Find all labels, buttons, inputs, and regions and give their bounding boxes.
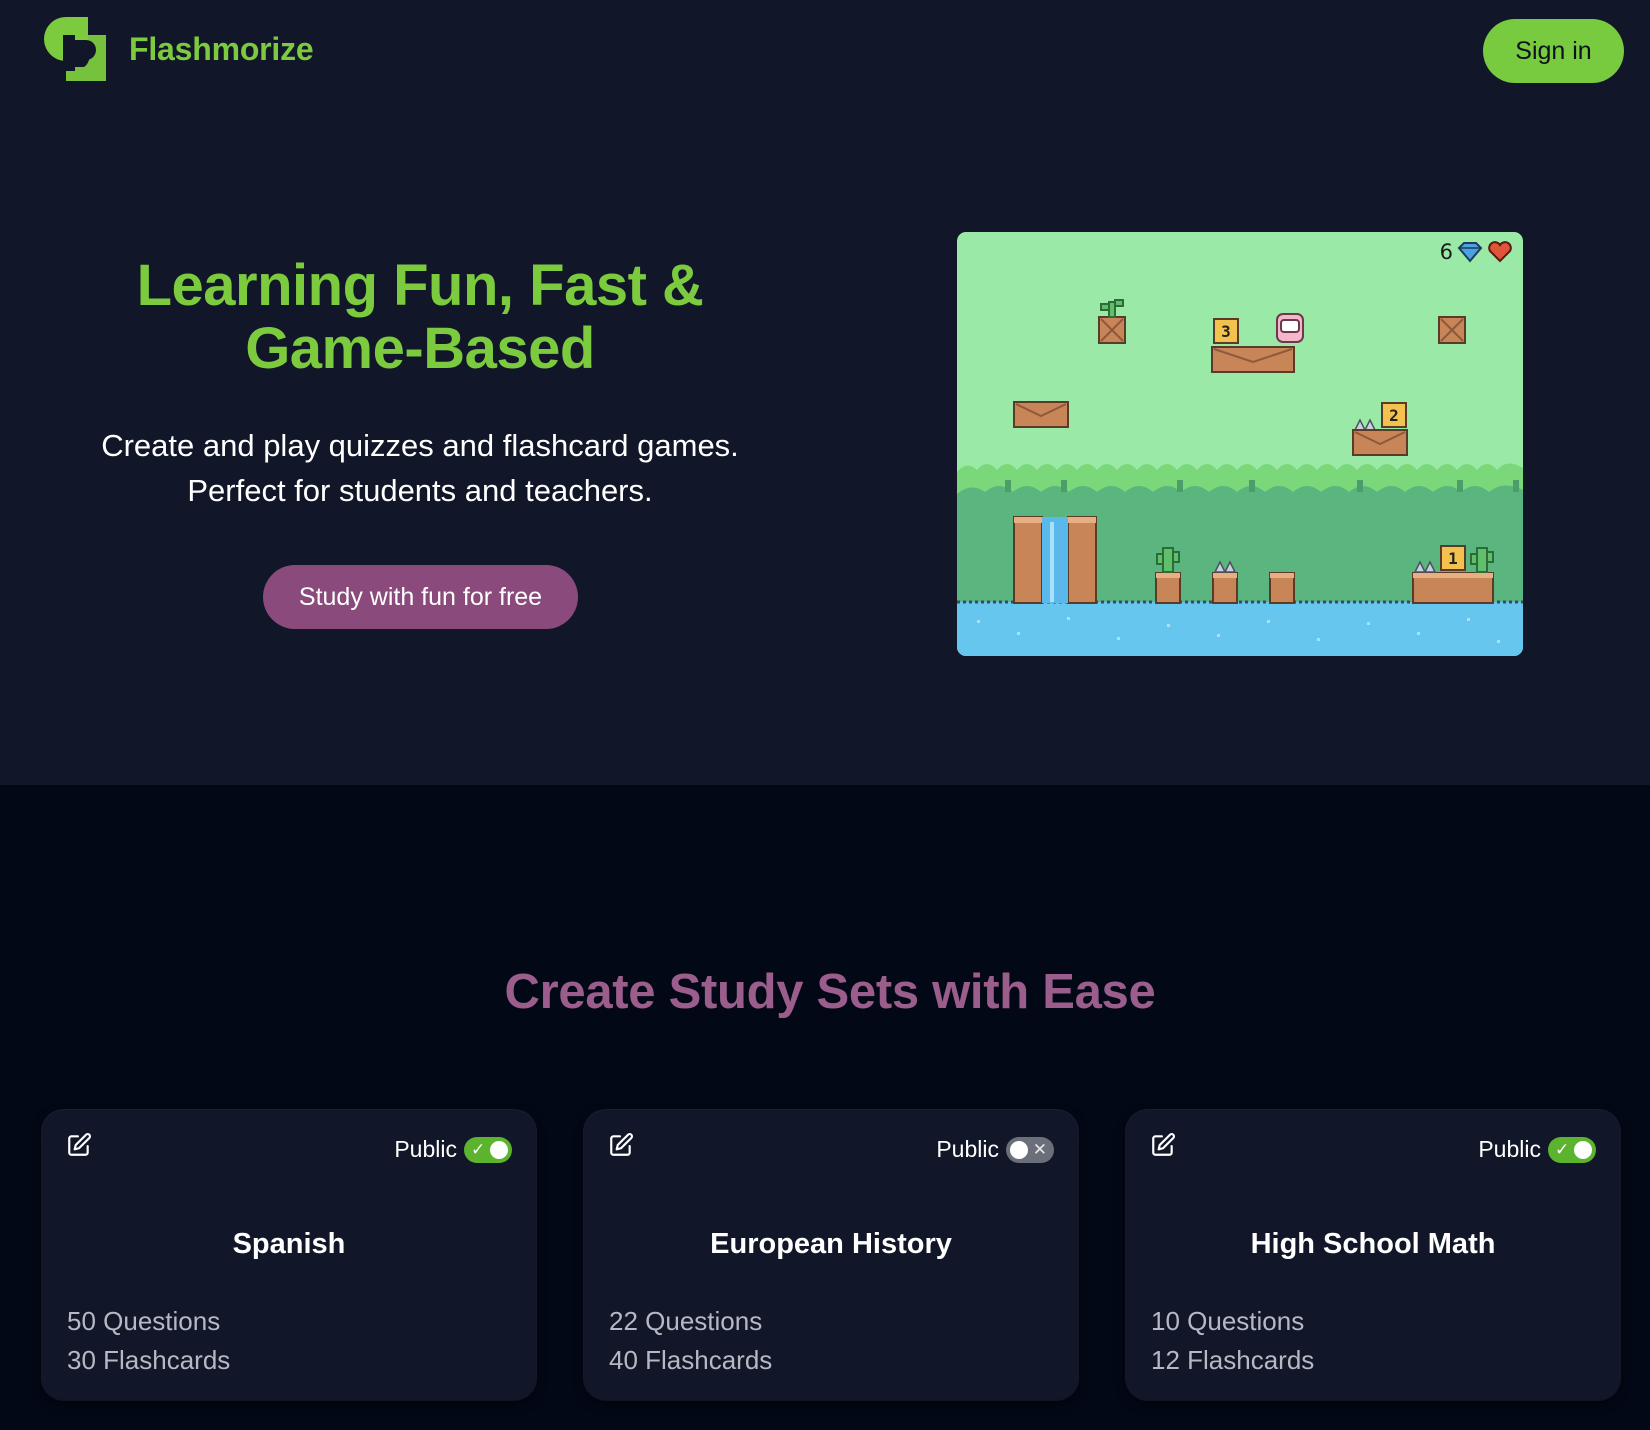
- game-scene: [957, 299, 1523, 656]
- question-count: 10 Questions: [1151, 1306, 1305, 1336]
- hero-subtitle-line2: Perfect for students and teachers.: [187, 473, 653, 508]
- hero-title-line2: Game-Based: [245, 316, 595, 381]
- public-label: Public: [1478, 1136, 1541, 1162]
- check-icon: ✓: [1555, 1139, 1570, 1159]
- public-toggle-group: Public ✓: [394, 1136, 512, 1163]
- set-stats: 22 Questions 40 Flashcards: [609, 1302, 772, 1380]
- set-title[interactable]: High School Math: [1126, 1228, 1620, 1261]
- sign-in-button[interactable]: Sign in: [1483, 19, 1624, 83]
- edit-icon[interactable]: [608, 1132, 634, 1158]
- study-set-card[interactable]: Public ✓ Spanish 50 Questions 30 Flashca…: [42, 1110, 536, 1400]
- toggle-knob: [490, 1140, 508, 1159]
- edit-icon[interactable]: [1150, 1132, 1176, 1158]
- toggle-knob: [1574, 1140, 1592, 1159]
- hero-title-line1: Learning Fun, Fast &: [136, 253, 704, 318]
- study-free-button[interactable]: Study with fun for free: [263, 565, 578, 629]
- hero-title: Learning Fun, Fast & Game-Based: [60, 254, 780, 380]
- sets-section-title: Create Study Sets with Ease: [504, 965, 1156, 1019]
- flashcard-count: 40 Flashcards: [609, 1345, 773, 1375]
- public-toggle[interactable]: ✕: [1006, 1136, 1054, 1163]
- public-toggle[interactable]: ✓: [1548, 1136, 1596, 1163]
- question-count: 22 Questions: [609, 1306, 763, 1336]
- number-box-3: 3: [1213, 318, 1239, 344]
- x-icon: ✕: [1032, 1139, 1047, 1159]
- set-title[interactable]: Spanish: [42, 1228, 536, 1261]
- check-icon: ✓: [471, 1139, 486, 1159]
- flashcard-count: 30 Flashcards: [67, 1345, 231, 1375]
- heart-icon: [1488, 241, 1512, 263]
- hero-subtitle-line1: Create and play quizzes and flashcard ga…: [101, 428, 739, 463]
- public-toggle[interactable]: ✓: [464, 1136, 512, 1163]
- public-toggle-group: Public ✓: [1478, 1136, 1596, 1163]
- set-stats: 10 Questions 12 Flashcards: [1151, 1302, 1314, 1380]
- set-stats: 50 Questions 30 Flashcards: [67, 1302, 230, 1380]
- flashmorize-logo-icon[interactable]: [44, 15, 112, 83]
- public-toggle-group: Public ✕: [936, 1136, 1054, 1163]
- question-count: 50 Questions: [67, 1306, 221, 1336]
- flashcard-count: 12 Flashcards: [1151, 1345, 1315, 1375]
- edit-icon[interactable]: [66, 1132, 92, 1158]
- public-label: Public: [394, 1136, 457, 1162]
- gem-count: 6: [1439, 240, 1453, 264]
- study-set-card[interactable]: Public ✕ European History 22 Questions 4…: [584, 1110, 1078, 1400]
- toggle-knob: [1010, 1140, 1028, 1159]
- public-label: Public: [936, 1136, 999, 1162]
- set-title[interactable]: European History: [584, 1228, 1078, 1261]
- number-box-1: 1: [1440, 545, 1466, 571]
- game-hud: 6: [1440, 240, 1513, 264]
- brand-name[interactable]: Flashmorize: [129, 31, 314, 68]
- hero-section: Flashmorize Sign in Learning Fun, Fast &…: [0, 0, 1650, 785]
- game-preview: 6 3 2 1: [957, 232, 1523, 656]
- hero-subtitle: Create and play quizzes and flashcard ga…: [60, 423, 780, 513]
- study-set-card[interactable]: Public ✓ High School Math 10 Questions 1…: [1126, 1110, 1620, 1400]
- diamond-icon: [1457, 242, 1483, 263]
- number-box-2: 2: [1381, 402, 1407, 428]
